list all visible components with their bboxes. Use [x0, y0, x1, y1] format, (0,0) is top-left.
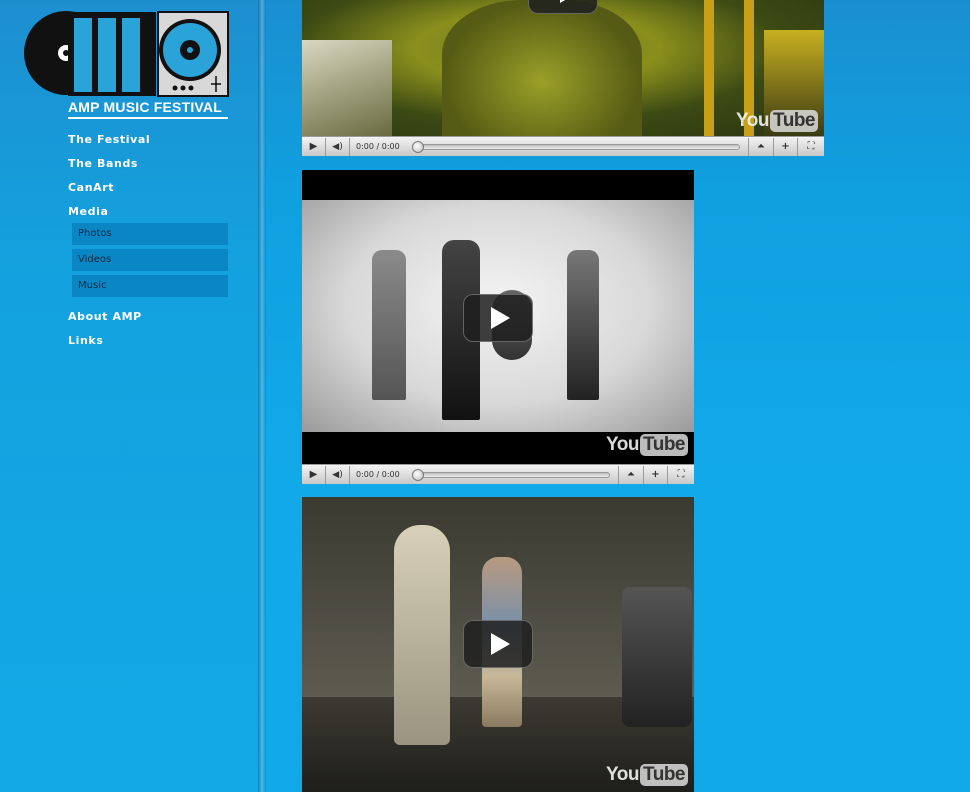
video-player-3[interactable]: You Tube	[302, 497, 694, 792]
nav-canart[interactable]: CanArt	[68, 180, 232, 204]
youtube-watermark: You Tube	[606, 764, 688, 786]
youtube-watermark: You Tube	[606, 434, 688, 456]
submenu-photos[interactable]: Photos	[72, 223, 228, 245]
nav-about-amp[interactable]: About AMP	[68, 309, 232, 333]
sidebar-divider	[258, 0, 266, 792]
submenu-videos[interactable]: Videos	[72, 249, 228, 271]
plus-icon[interactable]: +	[774, 137, 798, 156]
seek-knob[interactable]	[411, 468, 424, 481]
menu-up-icon[interactable]: ⏶	[618, 465, 644, 484]
player-controls: ▶ ◀) 0:00 / 0:00 ⏶ + ⛶	[302, 464, 694, 484]
nav-the-bands[interactable]: The Bands	[68, 156, 232, 180]
seek-knob[interactable]	[411, 140, 424, 153]
nav-the-festival[interactable]: The Festival	[68, 132, 232, 156]
player-controls: ▶ ◀) 0:00 / 0:00 ⏶ + ⛶	[302, 136, 824, 156]
submenu-music[interactable]: Music	[72, 275, 228, 297]
main-nav: The Festival The Bands CanArt Media Phot…	[68, 132, 232, 357]
fullscreen-icon[interactable]: ⛶	[798, 138, 824, 156]
seek-bar[interactable]	[411, 468, 610, 481]
play-overlay-icon[interactable]	[463, 294, 533, 342]
youtube-watermark: You Tube	[736, 110, 818, 132]
play-overlay-icon[interactable]	[463, 620, 533, 668]
plus-icon[interactable]: +	[644, 465, 668, 484]
volume-icon[interactable]: ◀)	[326, 465, 350, 484]
play-overlay-icon[interactable]	[528, 0, 598, 14]
volume-icon[interactable]: ◀)	[326, 137, 350, 156]
play-icon[interactable]: ▶	[302, 465, 326, 484]
fullscreen-icon[interactable]: ⛶	[668, 466, 694, 484]
video-player-2[interactable]: You Tube ▶ ◀) 0:00 / 0:00 ⏶ + ⛶	[302, 170, 694, 484]
video-player-1[interactable]: You Tube ▶ ◀) 0:00 / 0:00 ⏶ + ⛶	[302, 0, 824, 156]
menu-up-icon[interactable]: ⏶	[748, 137, 774, 156]
play-icon[interactable]: ▶	[302, 137, 326, 156]
nav-links[interactable]: Links	[68, 333, 232, 357]
logo-text: AMP MUSIC FESTIVAL	[68, 99, 228, 119]
time-display: 0:00 / 0:00	[356, 470, 400, 479]
seek-bar[interactable]	[411, 140, 740, 153]
media-submenu: Photos Videos Music	[72, 223, 232, 297]
time-display: 0:00 / 0:00	[356, 142, 400, 151]
